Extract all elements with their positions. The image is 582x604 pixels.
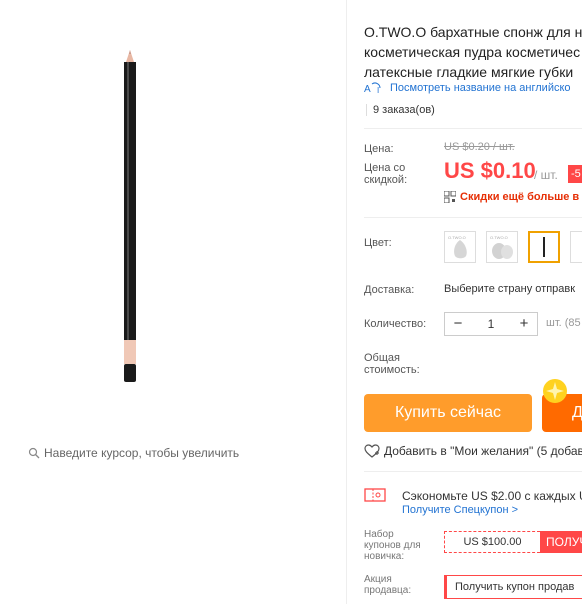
divider <box>364 217 582 218</box>
sponge-thumbnail: O.TWO.O <box>490 235 513 259</box>
pencil-thumbnail <box>543 237 545 257</box>
seller-promo-label: Акция продавца: <box>364 574 436 596</box>
get-special-coupon-link[interactable]: Получите Спецкупон > <box>402 504 518 516</box>
newbie-label-line-1: Набор <box>364 529 394 540</box>
newbie-label-line-2: купонов для <box>364 540 421 551</box>
search-icon <box>28 447 40 459</box>
wishlist-text[interactable]: Добавить в "Мои желания" (5 добав <box>384 444 582 458</box>
price-label: Цена: <box>364 143 394 155</box>
discount-badge: -5 <box>568 165 582 183</box>
total-label-line-1: Общая <box>364 352 400 364</box>
column-divider <box>346 0 347 604</box>
divider <box>364 128 582 129</box>
quantity-label: Количество: <box>364 318 427 330</box>
discount-label-line-2: скидкой: <box>364 174 408 186</box>
seller-label-line-2: продавца: <box>364 585 412 596</box>
svg-text:A: A <box>364 84 371 94</box>
app-promo[interactable]: Скидки ещё больше в <box>444 191 579 203</box>
heart-icon <box>364 444 380 458</box>
get-newbie-coupon-button[interactable]: ПОЛУЧ <box>540 531 582 553</box>
color-label: Цвет: <box>364 237 392 249</box>
discount-label-line-1: Цена со <box>364 162 406 174</box>
title-line-2: косметическая пудра косметичес <box>364 44 581 60</box>
app-promo-text[interactable]: Скидки ещё больше в <box>460 191 579 203</box>
product-gallery: Наведите курсор, чтобы увеличить <box>0 0 346 604</box>
translate-link[interactable]: A I Посмотреть название на английско <box>364 82 571 94</box>
sparkle-icon <box>543 379 567 403</box>
save-coupon-text: Сэкономьте US $2.00 с каждых US <box>402 489 582 503</box>
translate-link-text[interactable]: Посмотреть название на английско <box>390 82 571 94</box>
color-swatch-4[interactable] <box>570 231 582 263</box>
discount-price-label: Цена со скидкой: <box>364 162 407 186</box>
zoom-hint-text: Наведите курсор, чтобы увеличить <box>44 446 240 460</box>
quantity-stepper: − 1 + <box>444 312 538 336</box>
quantity-available: шт. (85 <box>546 317 581 329</box>
sponge-thumbnail: O.TWO.O <box>448 235 467 259</box>
total-label: Общая стоимость: <box>364 352 420 376</box>
seller-label-line-1: Акция <box>364 574 392 585</box>
svg-text:O.TWO.O: O.TWO.O <box>448 235 466 240</box>
shipping-country-prompt[interactable]: Выберите страну отправк <box>444 283 575 295</box>
title-line-1: O.TWO.O бархатные спонж для н <box>364 24 582 40</box>
newbie-coupons-label: Набор купонов для новичка: <box>364 529 436 562</box>
zoom-hint: Наведите курсор, чтобы увеличить <box>28 446 239 460</box>
svg-text:O.TWO.O: O.TWO.O <box>490 235 508 240</box>
coupon-icon <box>364 488 386 502</box>
quantity-increase-button[interactable]: + <box>511 313 537 335</box>
color-swatch-1[interactable]: O.TWO.O <box>444 231 476 263</box>
title-line-3: латексные гладкие мягкие губки <box>364 64 574 80</box>
per-unit: / шт. <box>534 168 558 182</box>
qr-code-icon <box>444 191 456 203</box>
color-swatch-selected[interactable] <box>528 231 560 263</box>
orders-count: 9 заказа(ов) <box>366 104 435 116</box>
get-seller-coupon-button[interactable]: Получить купон продав <box>444 575 582 599</box>
buy-now-button[interactable]: Купить сейчас <box>364 394 532 432</box>
translate-icon: A I <box>364 82 381 94</box>
original-price: US $0.20 / шт. <box>444 141 515 153</box>
color-swatch-2[interactable]: O.TWO.O <box>486 231 518 263</box>
divider <box>364 471 582 472</box>
current-price: US $0.10 <box>444 158 536 183</box>
newbie-coupon-value: US $100.00 <box>444 531 540 553</box>
add-to-wishlist[interactable]: Добавить в "Мои желания" (5 добав <box>364 444 582 458</box>
product-title: O.TWO.O бархатные спонж для н косметичес… <box>364 22 582 82</box>
shipping-label: Доставка: <box>364 284 415 296</box>
product-info: O.TWO.O бархатные спонж для н косметичес… <box>364 0 582 604</box>
svg-text:I: I <box>377 86 379 94</box>
newbie-label-line-3: новичка: <box>364 551 405 562</box>
total-label-line-2: стоимость: <box>364 364 420 376</box>
quantity-decrease-button[interactable]: − <box>445 313 471 335</box>
product-image[interactable] <box>0 0 346 420</box>
quantity-input[interactable]: 1 <box>471 317 511 331</box>
